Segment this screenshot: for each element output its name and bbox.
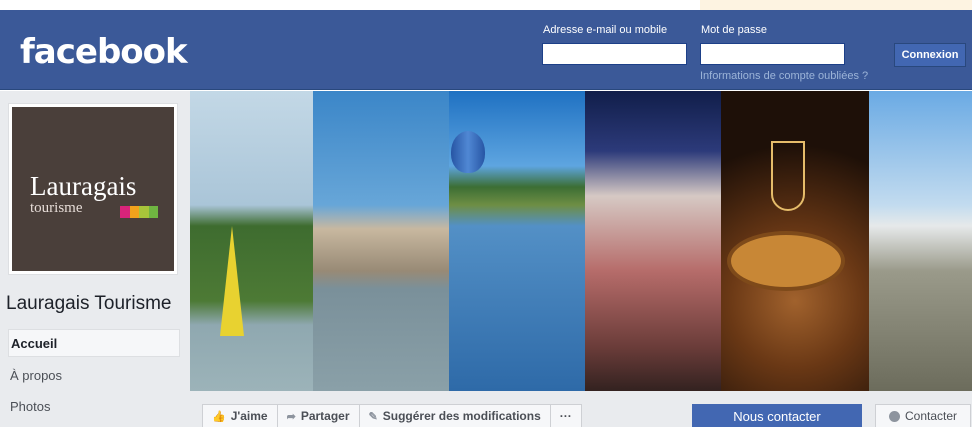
cover-panel-town-night bbox=[585, 91, 721, 391]
cover-panel-cassoulet-wine bbox=[721, 91, 869, 391]
profile-logo: Lauragais tourisme bbox=[12, 107, 174, 271]
left-column: Lauragais tourisme Lauragais Tourisme Ac… bbox=[0, 91, 190, 427]
page-title[interactable]: Lauragais Tourisme bbox=[6, 293, 171, 315]
suggest-label: Suggérer des modifications bbox=[382, 409, 541, 423]
top-strip-accent bbox=[700, 0, 972, 10]
cassoulet-bowl-shape bbox=[727, 231, 845, 291]
logo-color-stripes bbox=[120, 206, 158, 218]
profile-logo-title: Lauragais bbox=[30, 171, 137, 201]
contact-us-button[interactable]: Nous contacter bbox=[692, 404, 862, 427]
cover-panel-landscape bbox=[869, 91, 972, 391]
forgot-account-link[interactable]: Informations de compte oubliées ? bbox=[700, 70, 868, 82]
message-button[interactable]: Contacter bbox=[875, 404, 971, 427]
share-label: Partager bbox=[300, 409, 350, 423]
like-button[interactable]: 👍 J'aime bbox=[203, 405, 278, 427]
facebook-logo[interactable]: facebook bbox=[20, 32, 188, 72]
more-button[interactable]: ··· bbox=[551, 405, 581, 427]
pencil-icon: ✎ bbox=[368, 410, 378, 423]
chat-bubble-icon bbox=[888, 410, 900, 422]
login-button[interactable]: Connexion bbox=[894, 43, 966, 67]
top-bar: facebook Adresse e-mail ou mobile Mot de… bbox=[0, 10, 972, 90]
cover-panel-lake-sailboat bbox=[190, 91, 313, 391]
top-strip bbox=[0, 0, 972, 10]
action-bar: 👍 J'aime ➦ Partager ✎ Suggérer des modifica… bbox=[190, 391, 972, 427]
password-label: Mot de passe bbox=[701, 24, 768, 36]
nav-item-a-propos[interactable]: À propos bbox=[8, 361, 180, 389]
nav-item-photos[interactable]: Photos bbox=[8, 392, 180, 420]
share-button[interactable]: ➦ Partager bbox=[278, 405, 360, 427]
profile-logo-subtitle: tourisme bbox=[30, 200, 83, 216]
email-field[interactable] bbox=[542, 43, 687, 65]
nav-item-accueil[interactable]: Accueil bbox=[8, 329, 180, 357]
cover-photo[interactable] bbox=[190, 91, 972, 391]
wine-glass-shape bbox=[771, 141, 805, 211]
password-field[interactable] bbox=[700, 43, 845, 65]
email-label: Adresse e-mail ou mobile bbox=[543, 24, 668, 36]
share-arrow-icon: ➦ bbox=[286, 410, 296, 423]
suggest-edits-button[interactable]: ✎ Suggérer des modifications bbox=[360, 405, 551, 427]
thumbs-up-icon: 👍 bbox=[212, 410, 226, 423]
profile-picture[interactable]: Lauragais tourisme bbox=[8, 103, 178, 275]
sailboat-shape bbox=[220, 226, 244, 336]
action-button-group: 👍 J'aime ➦ Partager ✎ Suggérer des modifica… bbox=[202, 404, 582, 427]
like-label: J'aime bbox=[230, 409, 268, 423]
cover-panel-village-river bbox=[313, 91, 449, 391]
balloon-shape bbox=[451, 131, 485, 173]
message-label: Contacter bbox=[904, 409, 958, 423]
cover-panel-hot-air-balloon bbox=[449, 91, 585, 391]
